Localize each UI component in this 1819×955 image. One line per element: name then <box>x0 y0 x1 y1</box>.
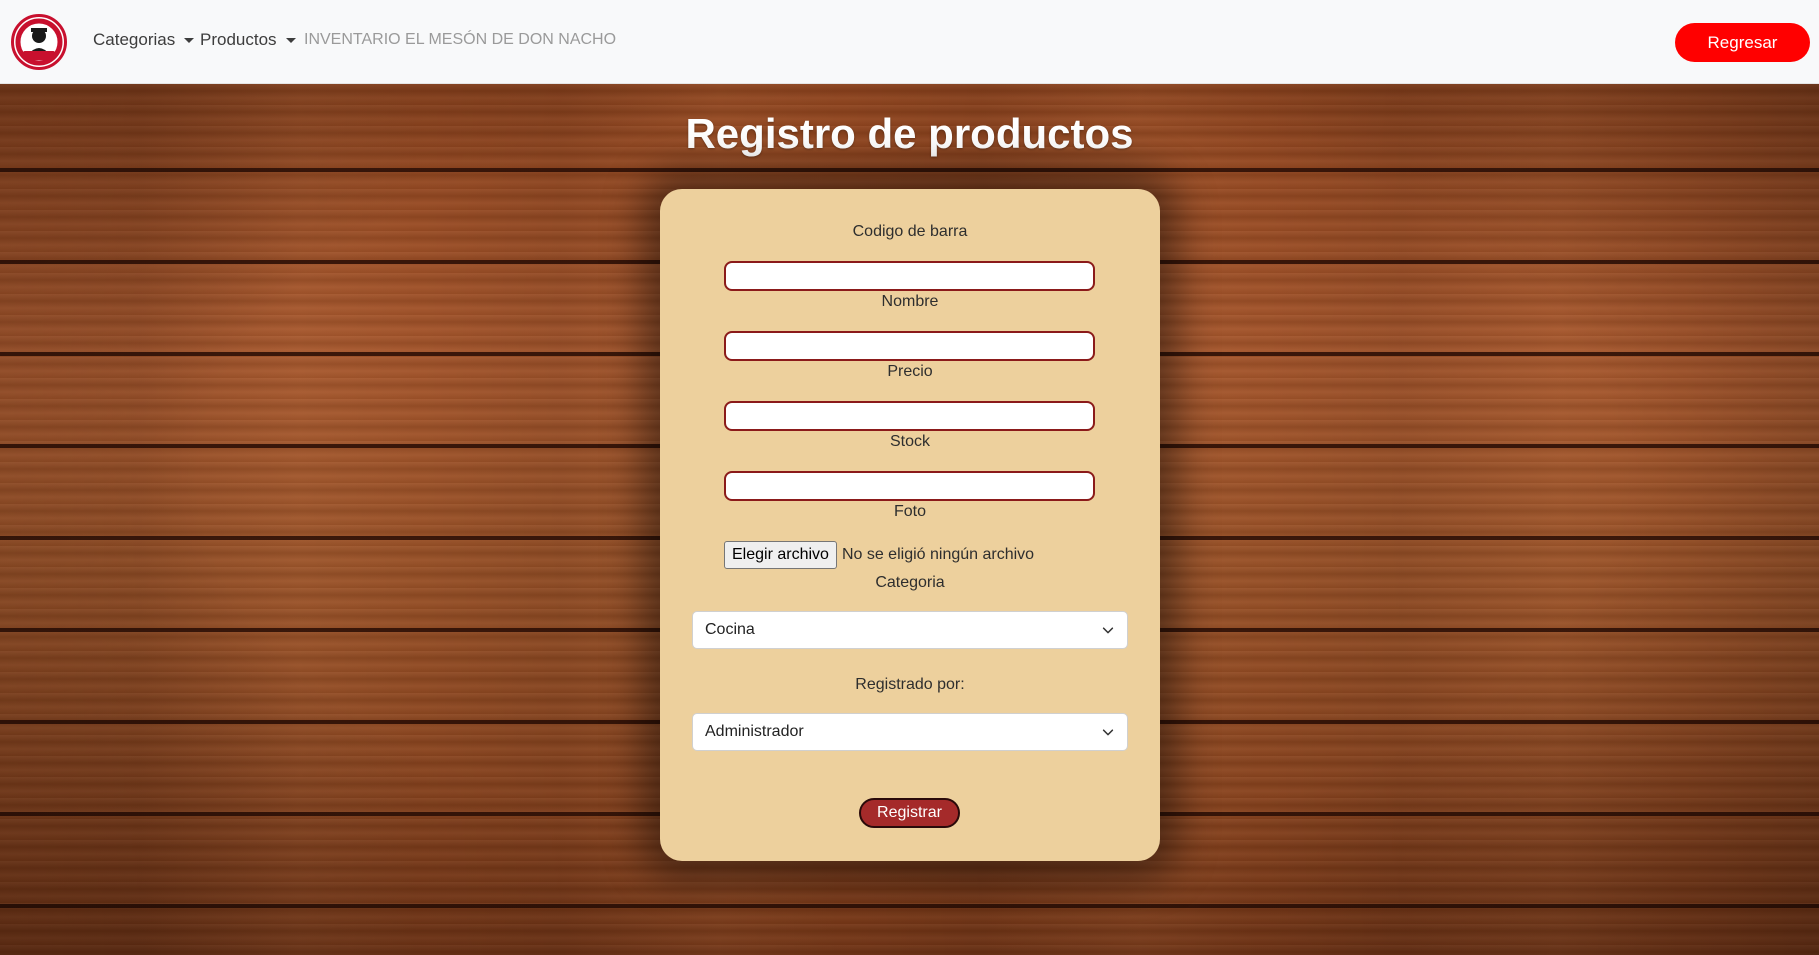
foto-label: Foto <box>893 503 926 520</box>
codigo-label: Codigo de barra <box>852 223 968 240</box>
nav-categorias-dropdown[interactable]: Categorias <box>93 30 195 50</box>
caret-down-icon <box>184 37 195 43</box>
stock-input[interactable] <box>724 471 1095 501</box>
precio-input[interactable] <box>724 401 1095 431</box>
registrado-selected-value: Administrador <box>705 723 804 740</box>
brand-text[interactable]: INVENTARIO EL MESÓN DE DON NACHO <box>304 31 616 49</box>
top-navbar: Categorias Productos INVENTARIO EL MESÓN… <box>0 0 1819 84</box>
file-picker[interactable]: Elegir archivo No se eligió ningún archi… <box>724 541 1034 569</box>
page-title: Registro de productos <box>685 110 1134 157</box>
categoria-select[interactable]: Cocina <box>692 611 1128 649</box>
file-status-text: No se eligió ningún archivo <box>841 546 1035 563</box>
codigo-input[interactable] <box>724 261 1095 291</box>
stock-label: Stock <box>889 433 930 450</box>
nav-productos-label: Productos <box>200 30 277 49</box>
registrado-label: Registrado por: <box>855 676 965 693</box>
logo-icon[interactable] <box>11 14 67 70</box>
chevron-down-icon <box>1102 729 1114 736</box>
registrar-button[interactable]: Registrar <box>859 798 960 828</box>
nav-productos-dropdown[interactable]: Productos <box>200 30 296 50</box>
product-form-card: Codigo de barra Nombre Precio Stock Foto… <box>660 189 1160 861</box>
registrado-select[interactable]: Administrador <box>692 713 1128 751</box>
chevron-down-icon <box>1102 627 1114 634</box>
nav-categorias-label: Categorias <box>93 30 176 49</box>
caret-down-icon <box>285 37 296 43</box>
categoria-selected-value: Cocina <box>705 621 755 638</box>
regresar-button[interactable]: Regresar <box>1675 23 1810 62</box>
elegir-archivo-button[interactable]: Elegir archivo <box>724 541 837 569</box>
categoria-label: Categoria <box>875 574 945 591</box>
precio-label: Precio <box>887 363 933 380</box>
nombre-input[interactable] <box>724 331 1095 361</box>
nombre-label: Nombre <box>881 293 939 310</box>
